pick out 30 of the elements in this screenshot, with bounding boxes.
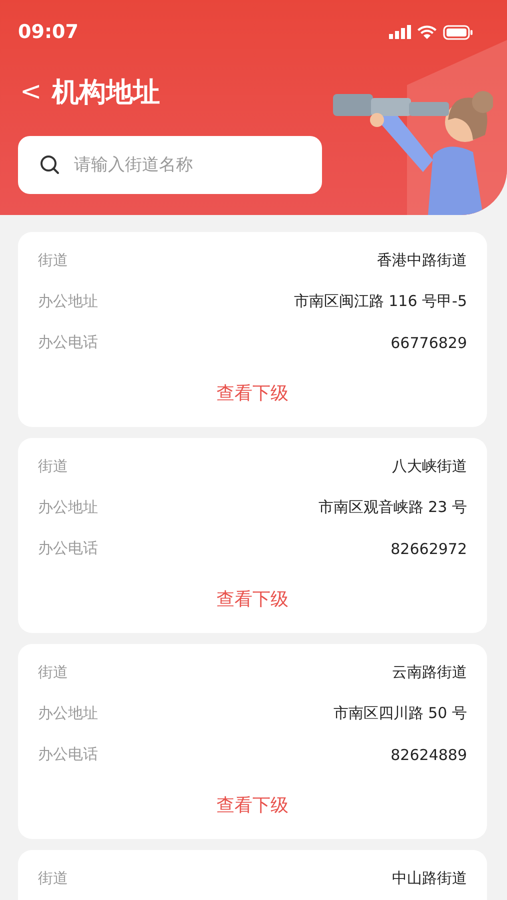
field-value: 82624889	[390, 746, 467, 764]
field-value: 66776829	[390, 334, 467, 352]
field-label: 办公地址	[38, 704, 98, 723]
field-value: 中山路街道	[392, 869, 467, 888]
field-label: 办公电话	[38, 333, 98, 352]
field-value: 82662972	[390, 540, 467, 558]
wifi-icon	[417, 24, 437, 40]
field-value: 市南区四川路 50 号	[333, 704, 467, 723]
field-label: 办公电话	[38, 539, 98, 558]
field-value: 市南区闽江路 116 号甲-5	[294, 292, 467, 311]
field-label: 街道	[38, 663, 68, 682]
field-label: 街道	[38, 457, 68, 476]
back-button[interactable]: <	[20, 79, 42, 105]
page-title: 机构地址	[52, 76, 160, 110]
field-value: 香港中路街道	[377, 251, 467, 270]
field-value: 市南区观音峡路 23 号	[318, 498, 467, 517]
search-field[interactable]: 请输入街道名称	[18, 136, 322, 194]
field-label: 办公地址	[38, 498, 98, 517]
signal-icon	[389, 25, 411, 39]
view-subordinates-link[interactable]: 查看下级	[216, 369, 288, 427]
field-label: 办公电话	[38, 745, 98, 764]
view-subordinates-link[interactable]: 查看下级	[216, 781, 288, 839]
field-value: 云南路街道	[392, 663, 467, 682]
view-subordinates-link[interactable]: 查看下级	[216, 575, 288, 633]
status-time: 09:07	[18, 21, 78, 43]
field-value: 八大峡街道	[392, 457, 467, 476]
field-label: 街道	[38, 251, 68, 270]
field-label: 街道	[38, 869, 68, 888]
field-label: 办公地址	[38, 292, 98, 311]
battery-icon	[443, 24, 473, 40]
